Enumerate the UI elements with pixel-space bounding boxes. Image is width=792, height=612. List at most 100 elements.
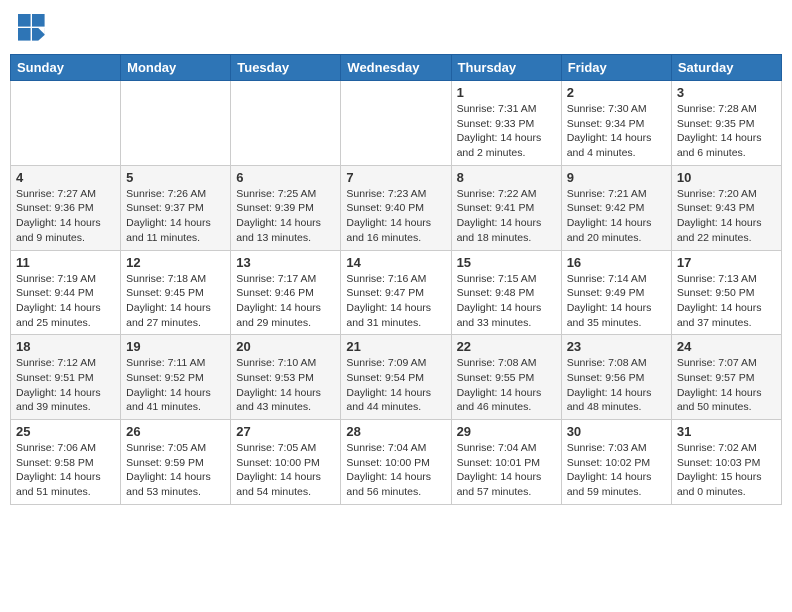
calendar-day-cell bbox=[121, 81, 231, 166]
calendar-day-cell: 23Sunrise: 7:08 AM Sunset: 9:56 PM Dayli… bbox=[561, 335, 671, 420]
calendar-day-cell: 22Sunrise: 7:08 AM Sunset: 9:55 PM Dayli… bbox=[451, 335, 561, 420]
day-info: Sunrise: 7:04 AM Sunset: 10:01 PM Daylig… bbox=[457, 441, 556, 500]
calendar-day-cell: 16 Sunrise: 7:14 AM Sunset: 9:49 PM Dayli… bbox=[561, 250, 671, 335]
calendar-day-cell: 17 Sunrise: 7:13 AM Sunset: 9:50 PM Dayli… bbox=[671, 250, 781, 335]
day-number: 23 bbox=[567, 339, 666, 354]
day-number: 6 bbox=[236, 170, 335, 185]
day-number: 15 bbox=[457, 255, 556, 270]
calendar-day-cell: 31 Sunrise: 7:02 AM Sunset: 10:03 PM Dayl… bbox=[671, 420, 781, 505]
calendar-day-cell: 13 Sunrise: 7:17 AM Sunset: 9:46 PM Dayli… bbox=[231, 250, 341, 335]
day-of-week-header: Saturday bbox=[671, 55, 781, 81]
day-of-week-header: Wednesday bbox=[341, 55, 451, 81]
day-number: 7 bbox=[346, 170, 445, 185]
day-number: 28 bbox=[346, 424, 445, 439]
page-header bbox=[10, 10, 782, 46]
calendar-day-cell: 4 Sunrise: 7:27 AM Sunset: 9:36 PM Daylig… bbox=[11, 165, 121, 250]
calendar-day-cell: 28 Sunrise: 7:04 AM Sunset: 10:00 PM Dayl… bbox=[341, 420, 451, 505]
day-number: 25 bbox=[16, 424, 115, 439]
day-number: 16 bbox=[567, 255, 666, 270]
calendar-day-cell: 14 Sunrise: 7:16 AM Sunset: 9:47 PM Dayli… bbox=[341, 250, 451, 335]
calendar-day-cell: 25 Sunrise: 7:06 AM Sunset: 9:58 PM Dayli… bbox=[11, 420, 121, 505]
calendar-day-cell: 24 Sunrise: 7:07 AM Sunset: 9:57 PM Dayli… bbox=[671, 335, 781, 420]
day-info: Sunrise: 7:19 AM Sunset: 9:44 PM Dayligh… bbox=[16, 272, 115, 331]
day-info: Sunrise: 7:06 AM Sunset: 9:58 PM Dayligh… bbox=[16, 441, 115, 500]
day-number: 3 bbox=[677, 85, 776, 100]
day-number: 31 bbox=[677, 424, 776, 439]
calendar-day-cell: 19 Sunrise: 7:11 AM Sunset: 9:52 PM Dayli… bbox=[121, 335, 231, 420]
calendar-day-cell: 1 Sunrise: 7:31 AM Sunset: 9:33 PM Daylig… bbox=[451, 81, 561, 166]
calendar-day-cell: 27 Sunrise: 7:05 AM Sunset: 10:00 PM Dayl… bbox=[231, 420, 341, 505]
day-number: 10 bbox=[677, 170, 776, 185]
calendar-day-cell: 30 Sunrise: 7:03 AM Sunset: 10:02 PM Dayl… bbox=[561, 420, 671, 505]
calendar-day-cell: 15 Sunrise: 7:15 AM Sunset: 9:48 PM Dayli… bbox=[451, 250, 561, 335]
calendar-day-cell: 21Sunrise: 7:09 AM Sunset: 9:54 PM Dayli… bbox=[341, 335, 451, 420]
day-info: Sunrise: 7:23 AM Sunset: 9:40 PM Dayligh… bbox=[346, 187, 445, 246]
day-info: Sunrise: 7:03 AM Sunset: 10:02 PM Daylig… bbox=[567, 441, 666, 500]
day-info: Sunrise: 7:11 AM Sunset: 9:52 PM Dayligh… bbox=[126, 356, 225, 415]
day-info: Sunrise: 7:15 AM Sunset: 9:48 PM Dayligh… bbox=[457, 272, 556, 331]
day-number: 5 bbox=[126, 170, 225, 185]
day-info: Sunrise: 7:27 AM Sunset: 9:36 PM Dayligh… bbox=[16, 187, 115, 246]
day-info: Sunrise: 7:04 AM Sunset: 10:00 PM Daylig… bbox=[346, 441, 445, 500]
day-number: 26 bbox=[126, 424, 225, 439]
day-number: 14 bbox=[346, 255, 445, 270]
day-info: Sunrise: 7:02 AM Sunset: 10:03 PM Daylig… bbox=[677, 441, 776, 500]
calendar-day-cell: 7 Sunrise: 7:23 AM Sunset: 9:40 PM Daylig… bbox=[341, 165, 451, 250]
calendar-day-cell: 6Sunrise: 7:25 AM Sunset: 9:39 PM Daylig… bbox=[231, 165, 341, 250]
day-of-week-header: Friday bbox=[561, 55, 671, 81]
day-number: 24 bbox=[677, 339, 776, 354]
logo-icon bbox=[18, 14, 46, 42]
day-info: Sunrise: 7:30 AM Sunset: 9:34 PM Dayligh… bbox=[567, 102, 666, 161]
day-info: Sunrise: 7:05 AM Sunset: 9:59 PM Dayligh… bbox=[126, 441, 225, 500]
calendar-day-cell: 26 Sunrise: 7:05 AM Sunset: 9:59 PM Dayli… bbox=[121, 420, 231, 505]
day-info: Sunrise: 7:31 AM Sunset: 9:33 PM Dayligh… bbox=[457, 102, 556, 161]
day-number: 17 bbox=[677, 255, 776, 270]
calendar-day-cell: 18Sunrise: 7:12 AM Sunset: 9:51 PM Dayli… bbox=[11, 335, 121, 420]
calendar: SundayMondayTuesdayWednesdayThursdayFrid… bbox=[10, 54, 782, 505]
day-number: 29 bbox=[457, 424, 556, 439]
calendar-day-cell: 29 Sunrise: 7:04 AM Sunset: 10:01 PM Dayl… bbox=[451, 420, 561, 505]
day-of-week-header: Monday bbox=[121, 55, 231, 81]
day-info: Sunrise: 7:18 AM Sunset: 9:45 PM Dayligh… bbox=[126, 272, 225, 331]
day-info: Sunrise: 7:09 AM Sunset: 9:54 PM Dayligh… bbox=[346, 356, 445, 415]
day-info: Sunrise: 7:22 AM Sunset: 9:41 PM Dayligh… bbox=[457, 187, 556, 246]
day-info: Sunrise: 7:10 AM Sunset: 9:53 PM Dayligh… bbox=[236, 356, 335, 415]
day-of-week-header: Thursday bbox=[451, 55, 561, 81]
calendar-day-cell: 2 Sunrise: 7:30 AM Sunset: 9:34 PM Daylig… bbox=[561, 81, 671, 166]
calendar-day-cell bbox=[231, 81, 341, 166]
calendar-week-row: 4 Sunrise: 7:27 AM Sunset: 9:36 PM Daylig… bbox=[11, 165, 782, 250]
calendar-day-cell: 9 Sunrise: 7:21 AM Sunset: 9:42 PM Daylig… bbox=[561, 165, 671, 250]
calendar-day-cell: 3 Sunrise: 7:28 AM Sunset: 9:35 PM Daylig… bbox=[671, 81, 781, 166]
day-info: Sunrise: 7:26 AM Sunset: 9:37 PM Dayligh… bbox=[126, 187, 225, 246]
day-number: 22 bbox=[457, 339, 556, 354]
day-number: 12 bbox=[126, 255, 225, 270]
calendar-week-row: 18Sunrise: 7:12 AM Sunset: 9:51 PM Dayli… bbox=[11, 335, 782, 420]
day-info: Sunrise: 7:13 AM Sunset: 9:50 PM Dayligh… bbox=[677, 272, 776, 331]
day-of-week-header: Sunday bbox=[11, 55, 121, 81]
day-info: Sunrise: 7:14 AM Sunset: 9:49 PM Dayligh… bbox=[567, 272, 666, 331]
day-number: 11 bbox=[16, 255, 115, 270]
day-number: 1 bbox=[457, 85, 556, 100]
day-info: Sunrise: 7:28 AM Sunset: 9:35 PM Dayligh… bbox=[677, 102, 776, 161]
day-number: 13 bbox=[236, 255, 335, 270]
logo bbox=[18, 14, 50, 42]
day-number: 27 bbox=[236, 424, 335, 439]
calendar-day-cell: 8 Sunrise: 7:22 AM Sunset: 9:41 PM Daylig… bbox=[451, 165, 561, 250]
day-of-week-header: Tuesday bbox=[231, 55, 341, 81]
day-info: Sunrise: 7:16 AM Sunset: 9:47 PM Dayligh… bbox=[346, 272, 445, 331]
day-number: 19 bbox=[126, 339, 225, 354]
day-number: 4 bbox=[16, 170, 115, 185]
day-number: 2 bbox=[567, 85, 666, 100]
day-number: 30 bbox=[567, 424, 666, 439]
calendar-day-cell: 20Sunrise: 7:10 AM Sunset: 9:53 PM Dayli… bbox=[231, 335, 341, 420]
day-info: Sunrise: 7:05 AM Sunset: 10:00 PM Daylig… bbox=[236, 441, 335, 500]
calendar-day-cell bbox=[11, 81, 121, 166]
calendar-day-cell: 11 Sunrise: 7:19 AM Sunset: 9:44 PM Dayli… bbox=[11, 250, 121, 335]
calendar-day-cell bbox=[341, 81, 451, 166]
day-info: Sunrise: 7:07 AM Sunset: 9:57 PM Dayligh… bbox=[677, 356, 776, 415]
calendar-day-cell: 5 Sunrise: 7:26 AM Sunset: 9:37 PM Daylig… bbox=[121, 165, 231, 250]
day-number: 8 bbox=[457, 170, 556, 185]
day-info: Sunrise: 7:21 AM Sunset: 9:42 PM Dayligh… bbox=[567, 187, 666, 246]
day-info: Sunrise: 7:17 AM Sunset: 9:46 PM Dayligh… bbox=[236, 272, 335, 331]
day-number: 9 bbox=[567, 170, 666, 185]
